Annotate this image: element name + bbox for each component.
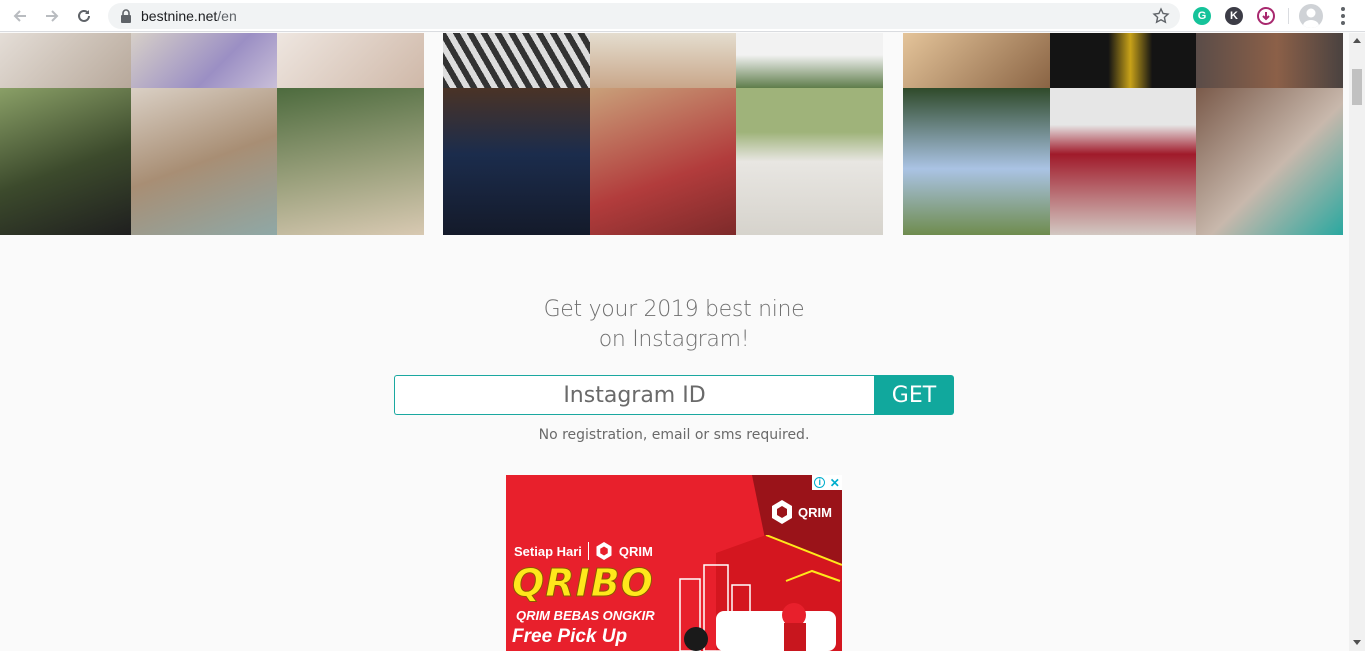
scroll-down-arrow-icon[interactable] bbox=[1353, 640, 1361, 645]
collage-photo bbox=[736, 33, 883, 88]
no-registration-note: No registration, email or sms required. bbox=[538, 427, 810, 443]
collage-photo bbox=[736, 88, 883, 235]
bookmark-star-icon[interactable] bbox=[1152, 7, 1170, 25]
collage-photo bbox=[443, 88, 590, 235]
ad-illustration bbox=[679, 535, 842, 651]
collage-photo bbox=[443, 33, 590, 88]
adchoices-badge[interactable]: i ✕ bbox=[812, 475, 842, 490]
instagram-id-input[interactable] bbox=[394, 375, 874, 415]
forward-button[interactable] bbox=[40, 4, 64, 28]
page-headline: Get your 2019 best nine on Instagram! bbox=[474, 295, 874, 355]
lock-icon bbox=[121, 9, 131, 23]
collage-photo bbox=[0, 33, 131, 88]
collage-example-1 bbox=[0, 33, 424, 235]
back-arrow-icon bbox=[13, 10, 26, 22]
k-extension-icon[interactable]: K bbox=[1225, 7, 1243, 25]
collage-photo bbox=[903, 88, 1050, 235]
browser-menu-icon[interactable] bbox=[1333, 4, 1353, 28]
reload-icon bbox=[78, 9, 90, 22]
collage-example-2 bbox=[443, 33, 883, 235]
ad-tagline-text: Setiap Hari bbox=[514, 543, 582, 559]
address-bar[interactable]: bestnine.net/en bbox=[108, 3, 1180, 29]
qrim-small-logo-icon bbox=[596, 542, 612, 560]
ad-tagline-divider bbox=[587, 542, 589, 560]
collage-photo bbox=[130, 33, 278, 88]
profile-avatar-icon[interactable] bbox=[1299, 4, 1323, 28]
collage-photo bbox=[1196, 33, 1343, 88]
headline-line-1: Get your 2019 best nine bbox=[543, 297, 805, 322]
collage-photo bbox=[277, 88, 424, 235]
grammarly-icon[interactable]: G bbox=[1193, 7, 1211, 25]
scroll-up-arrow-icon[interactable] bbox=[1353, 38, 1361, 43]
ad-brand-small: QRIM bbox=[618, 543, 653, 559]
ad-cta: Free Pick Up bbox=[512, 626, 628, 647]
scrollbar-thumb[interactable] bbox=[1352, 69, 1362, 105]
collage-photo bbox=[589, 33, 737, 88]
forward-arrow-icon bbox=[46, 10, 59, 22]
browser-toolbar: bestnine.net/en G K bbox=[0, 0, 1365, 32]
ad-close-icon[interactable]: ✕ bbox=[830, 476, 840, 490]
page-scrollbar[interactable] bbox=[1349, 33, 1365, 651]
collage-example-3 bbox=[903, 33, 1343, 235]
url-path: /en bbox=[217, 8, 237, 24]
qrim-logo: QRIM bbox=[770, 499, 832, 525]
collage-photo bbox=[277, 33, 424, 88]
advertisement-banner[interactable]: i ✕ QRIM Setiap Hari QRIM QRIBO QRIM BEB… bbox=[506, 475, 842, 651]
collage-photo bbox=[1196, 88, 1343, 235]
adchoices-info-icon[interactable]: i bbox=[814, 477, 826, 488]
collage-photo bbox=[1049, 33, 1197, 88]
qrim-logo-icon bbox=[772, 500, 792, 524]
qrim-logo-text: QRIM bbox=[798, 504, 832, 520]
toolbar-divider bbox=[1288, 8, 1289, 24]
collage-photo bbox=[1049, 88, 1197, 235]
ad-tagline: Setiap Hari QRIM bbox=[514, 541, 653, 561]
collage-photo bbox=[589, 88, 737, 235]
reload-button[interactable] bbox=[72, 4, 96, 28]
back-button[interactable] bbox=[8, 4, 32, 28]
url-host: bestnine.net bbox=[141, 8, 218, 24]
instagram-id-form: GET bbox=[394, 375, 954, 415]
get-button[interactable]: GET bbox=[874, 375, 954, 415]
collage-photo bbox=[130, 88, 278, 235]
ad-subheadline: QRIM BEBAS ONGKIR bbox=[516, 608, 655, 623]
collage-photo bbox=[903, 33, 1050, 88]
url-text: bestnine.net/en bbox=[141, 8, 237, 24]
download-extension-icon[interactable] bbox=[1257, 7, 1275, 25]
page-content: Get your 2019 best nine on Instagram! GE… bbox=[0, 33, 1349, 651]
ad-headline: QRIBO bbox=[512, 561, 654, 606]
collage-photo bbox=[0, 88, 131, 235]
headline-line-2: on Instagram! bbox=[598, 327, 750, 352]
